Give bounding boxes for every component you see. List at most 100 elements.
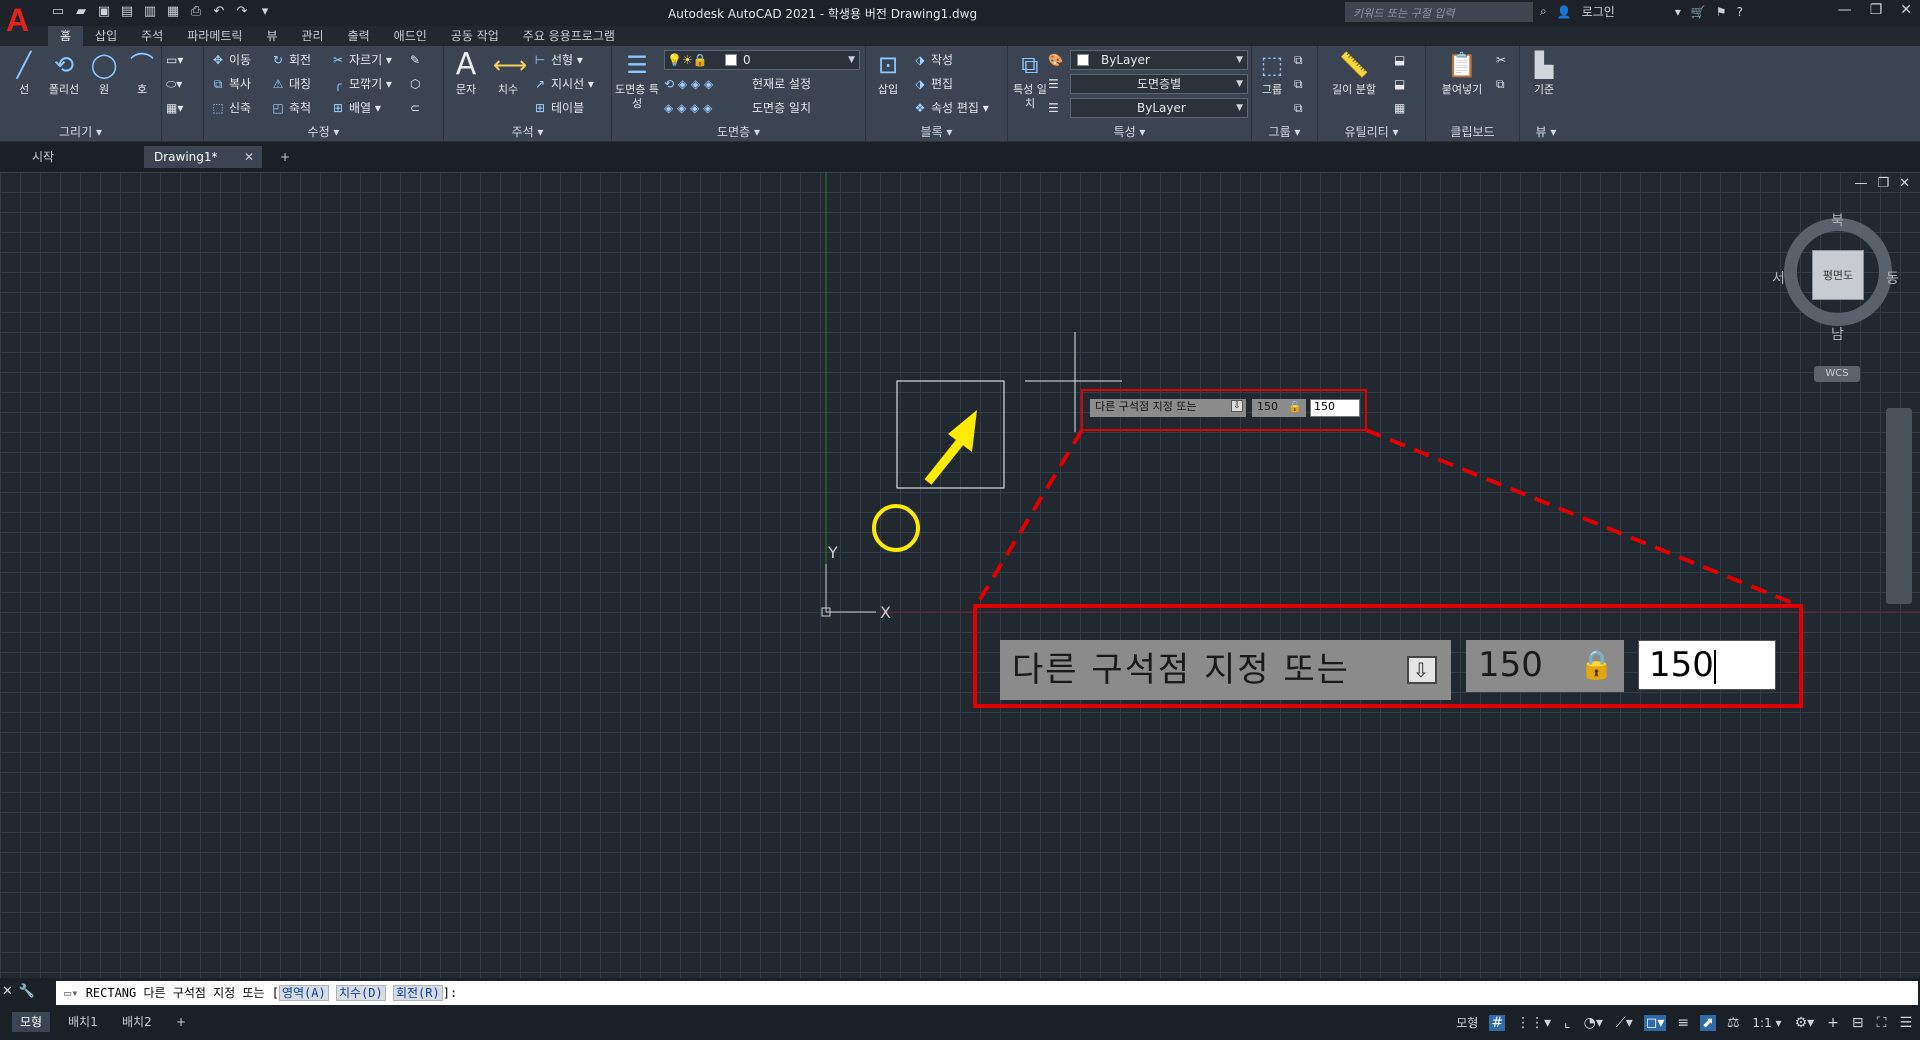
tab-layout1[interactable]: 배치1 bbox=[60, 1012, 106, 1032]
dimension-button[interactable]: ⟷ 치수 bbox=[488, 48, 528, 97]
customize-qat-icon[interactable]: ▾ bbox=[255, 3, 275, 21]
model-space-button[interactable]: 모형 bbox=[1454, 1014, 1480, 1031]
new-tab-button[interactable]: + bbox=[270, 146, 296, 168]
close-command-icon[interactable]: ✕ bbox=[2, 984, 13, 999]
snap-icon[interactable]: ⋮⋮▾ bbox=[1514, 1015, 1553, 1031]
polyline-button[interactable]: ⟲ 폴리선 bbox=[44, 48, 84, 97]
view-panel-title[interactable]: 뷰 ▾ bbox=[1520, 124, 1572, 140]
copy-clip-icon[interactable]: ⧉ bbox=[1496, 74, 1505, 94]
compass-west[interactable]: 서 bbox=[1772, 268, 1785, 288]
linear-button[interactable]: ⊢ 선형 ▾ bbox=[532, 50, 583, 70]
a360-icon[interactable]: ⚑ bbox=[1716, 5, 1727, 19]
tab-collaborate[interactable]: 공동 작업 bbox=[439, 26, 511, 46]
lineweight-icon[interactable]: ☰ bbox=[1048, 98, 1059, 118]
line-button[interactable]: ╱ 선 bbox=[4, 48, 44, 97]
tab-home[interactable]: 홈 bbox=[48, 26, 84, 46]
add-layout-button[interactable]: + bbox=[168, 1012, 194, 1032]
plot-icon[interactable]: ▦ bbox=[163, 3, 183, 21]
annotation-visibility-icon[interactable]: ⚖ bbox=[1725, 1015, 1742, 1031]
tab-view[interactable]: 뷰 bbox=[254, 26, 289, 46]
restore-icon[interactable]: ❐ bbox=[1870, 2, 1883, 18]
tab-featured-apps[interactable]: 주요 응용프로그램 bbox=[511, 26, 627, 46]
dynamic-input-locked-value[interactable]: 150 🔒 bbox=[1252, 399, 1306, 417]
rectangle-icon[interactable]: ▭▾ bbox=[166, 50, 183, 70]
match-properties-button[interactable]: ⧉ 특성 일치 bbox=[1010, 48, 1050, 111]
paste-button[interactable]: 📋 붙여넣기 bbox=[1432, 48, 1492, 97]
fillet-button[interactable]: ╭ 모깎기 ▾ bbox=[330, 74, 392, 94]
autocad-logo-icon[interactable]: A bbox=[6, 2, 34, 38]
chevron-down-icon[interactable]: ▾ bbox=[1675, 5, 1681, 19]
cart-icon[interactable]: 🛒 bbox=[1691, 5, 1706, 19]
explode-icon[interactable]: ⬡ bbox=[410, 74, 420, 94]
properties-panel-title[interactable]: 특성 ▾ bbox=[1008, 124, 1251, 140]
recent-commands-icon[interactable]: ▭▾ bbox=[64, 986, 86, 1000]
rotate-button[interactable]: ↻ 회전 bbox=[270, 50, 311, 70]
trim-button[interactable]: ✂ 자르기 ▾ bbox=[330, 50, 392, 70]
leader-button[interactable]: ↗ 지시선 ▾ bbox=[532, 74, 594, 94]
calculator-icon[interactable]: ▦ bbox=[1394, 98, 1405, 118]
layer-dropdown[interactable]: 💡☀🔒 0 ▼ bbox=[664, 50, 860, 70]
edit-attributes-button[interactable]: ❖ 속성 편집 ▾ bbox=[912, 98, 989, 118]
color-dropdown[interactable]: ByLayer ▼ bbox=[1070, 50, 1248, 70]
group-edit-icon[interactable]: ⧉ bbox=[1294, 74, 1303, 94]
osnap-icon[interactable]: ◻▾ bbox=[1643, 1014, 1667, 1031]
drawing-viewport[interactable]: Y X 다른 구석점 지정 또는 ⇩ 150 🔒 150 다른 구석점 지정 또… bbox=[0, 172, 1920, 978]
customize-wrench-icon[interactable]: 🔧 bbox=[19, 984, 35, 999]
arc-button[interactable]: ⌒ 호 bbox=[122, 48, 162, 97]
drawing-canvas[interactable]: Y X bbox=[0, 172, 1920, 978]
compass-north[interactable]: 북 bbox=[1831, 210, 1844, 230]
zoomed-dynamic-input-locked-value[interactable]: 150 🔒 bbox=[1466, 640, 1624, 692]
compass-east[interactable]: 동 bbox=[1886, 268, 1899, 288]
viewport-restore-icon[interactable]: ❐ bbox=[1877, 176, 1889, 191]
selection-cycling-icon[interactable]: ⬈ bbox=[1700, 1014, 1716, 1031]
annotation-monitor-icon[interactable]: + bbox=[1825, 1015, 1841, 1031]
ungroup-icon[interactable]: ⧉ bbox=[1294, 50, 1303, 70]
layer-tools-row-2[interactable]: ◈ ◈ ◈ ◈ bbox=[664, 98, 712, 118]
close-tab-icon[interactable]: ✕ bbox=[244, 146, 254, 168]
tab-drawing1[interactable]: Drawing1* ✕ bbox=[144, 146, 262, 168]
polar-tracking-icon[interactable]: ◔▾ bbox=[1582, 1015, 1605, 1031]
option-rotation[interactable]: 회전(R) bbox=[392, 985, 443, 1001]
copy-button[interactable]: ⧉ 복사 bbox=[210, 74, 251, 94]
close-icon[interactable]: ✕ bbox=[1900, 2, 1912, 18]
viewcube-top-face[interactable]: 평면도 bbox=[1812, 250, 1864, 300]
redo-icon[interactable]: ↷ bbox=[232, 3, 252, 21]
search-icon[interactable]: ⌕ bbox=[1540, 4, 1547, 19]
viewport-minimize-icon[interactable]: — bbox=[1854, 176, 1867, 191]
set-current-button[interactable]: 현재로 설정 bbox=[752, 74, 811, 94]
print-icon[interactable]: ⎙ bbox=[186, 3, 206, 21]
osnap-tracking-icon[interactable]: ⟋▾ bbox=[1614, 1015, 1635, 1031]
command-input[interactable]: ▭▾ RECTANG 다른 구석점 지정 또는 [영역(A) 치수(D) 회전(… bbox=[56, 981, 1918, 1005]
web-save-icon[interactable]: ▥ bbox=[140, 3, 160, 21]
dynamic-input-field[interactable]: 150 bbox=[1310, 399, 1360, 417]
base-view-button[interactable]: ▙ 기준 bbox=[1524, 48, 1564, 97]
utilities-panel-title[interactable]: 유틸리티 ▾ bbox=[1318, 124, 1425, 140]
table-button[interactable]: ⊞ 테이블 bbox=[532, 98, 584, 118]
viewport-close-icon[interactable]: ✕ bbox=[1899, 176, 1910, 191]
annotation-scale-label[interactable]: 1:1 ▾ bbox=[1750, 1016, 1783, 1030]
annotation-panel-title[interactable]: 주석 ▾ bbox=[444, 124, 611, 140]
scale-button[interactable]: ◰ 축척 bbox=[270, 98, 311, 118]
linetype-icon[interactable]: ☰ bbox=[1048, 74, 1059, 94]
offset-icon[interactable]: ⊂ bbox=[410, 98, 420, 118]
match-layer-button[interactable]: 도면층 일치 bbox=[752, 98, 811, 118]
create-block-button[interactable]: ⬗ 작성 bbox=[912, 50, 953, 70]
tab-output[interactable]: 출력 bbox=[336, 26, 382, 46]
fullscreen-icon[interactable]: ⛶ bbox=[1875, 1015, 1889, 1031]
measure-button[interactable]: 📏 길이 분할 bbox=[1326, 48, 1382, 97]
quick-select-icon[interactable]: ⬓ bbox=[1394, 50, 1405, 70]
layer-tools-row-1[interactable]: ⟲ ◈ ◈ ◈ bbox=[664, 74, 713, 94]
tab-model[interactable]: 모형 bbox=[12, 1012, 51, 1032]
download-icon[interactable]: ⇩ bbox=[1407, 656, 1437, 684]
option-dimensions[interactable]: 치수(D) bbox=[335, 985, 386, 1001]
login-button[interactable]: 로그인 bbox=[1582, 3, 1615, 20]
workspace-gear-icon[interactable]: ⚙▾ bbox=[1793, 1015, 1817, 1031]
navigation-bar[interactable] bbox=[1886, 408, 1912, 604]
linetype-dropdown[interactable]: 도면층별 ▼ bbox=[1070, 74, 1248, 94]
compass-south[interactable]: 남 bbox=[1831, 324, 1844, 344]
insert-button[interactable]: ⊡ 삽입 bbox=[868, 48, 908, 97]
tab-insert[interactable]: 삽입 bbox=[83, 26, 129, 46]
layers-panel-title[interactable]: 도면층 ▾ bbox=[612, 124, 865, 140]
tab-start[interactable]: 시작 bbox=[22, 146, 142, 168]
viewcube[interactable]: 북 남 동 서 평면도 bbox=[1772, 208, 1899, 343]
